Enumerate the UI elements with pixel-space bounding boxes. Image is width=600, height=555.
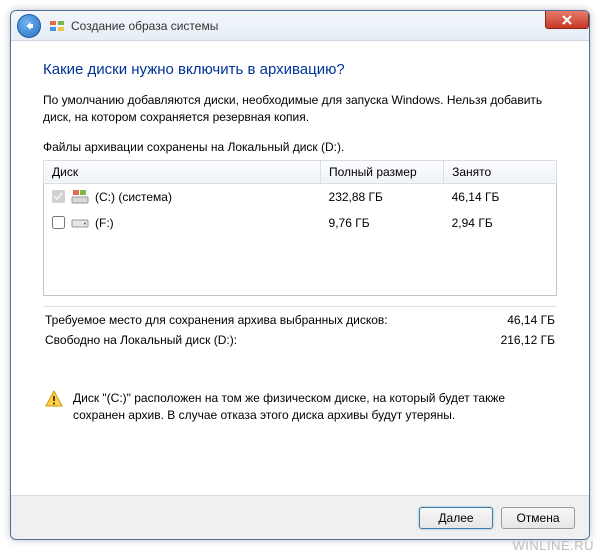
- free-space-value: 216,12 ГБ: [501, 333, 555, 347]
- next-button[interactable]: Далее: [419, 507, 493, 529]
- summary: Требуемое место для сохранения архива вы…: [43, 306, 557, 350]
- disk-table: Диск Полный размер Занято (C:) (система): [43, 160, 557, 297]
- backup-location-label: Файлы архивации сохранены на Локальный д…: [43, 140, 557, 154]
- warning-icon: [45, 390, 63, 408]
- column-used[interactable]: Занято: [444, 160, 557, 183]
- close-icon: [562, 15, 572, 25]
- arrow-left-icon: [23, 20, 35, 32]
- disk-used: 46,14 ГБ: [444, 183, 557, 210]
- required-space-value: 46,14 ГБ: [507, 313, 555, 327]
- wizard-window: Создание образа системы Какие диски нужн…: [10, 10, 590, 540]
- disk-checkbox-f[interactable]: [52, 216, 65, 229]
- required-space-label: Требуемое место для сохранения архива вы…: [45, 313, 388, 327]
- cancel-button[interactable]: Отмена: [501, 507, 575, 529]
- warning-box: Диск "(C:)" расположен на том же физичес…: [43, 390, 557, 424]
- free-space-label: Свободно на Локальный диск (D:):: [45, 333, 237, 347]
- app-icon: [49, 18, 65, 34]
- page-heading: Какие диски нужно включить в архивацию?: [43, 61, 557, 78]
- window-title: Создание образа системы: [71, 19, 218, 33]
- disk-name: (C:) (система): [95, 190, 172, 204]
- footer: Далее Отмена: [11, 495, 589, 539]
- titlebar: Создание образа системы: [11, 11, 589, 41]
- table-row[interactable]: (F:) 9,76 ГБ 2,94 ГБ: [44, 210, 557, 236]
- back-button[interactable]: [17, 14, 41, 38]
- close-button[interactable]: [545, 11, 589, 29]
- warning-text: Диск "(C:)" расположен на том же физичес…: [73, 390, 555, 424]
- system-disk-icon: [71, 188, 89, 206]
- disk-name: (F:): [95, 216, 114, 230]
- disk-full-size: 9,76 ГБ: [321, 210, 444, 236]
- content-area: Какие диски нужно включить в архивацию? …: [11, 41, 589, 424]
- disk-full-size: 232,88 ГБ: [321, 183, 444, 210]
- disk-checkbox-c: [52, 190, 65, 203]
- disk-used: 2,94 ГБ: [444, 210, 557, 236]
- page-description: По умолчанию добавляются диски, необходи…: [43, 92, 557, 126]
- watermark: WINLINE.RU: [512, 538, 594, 553]
- disk-icon: [71, 214, 89, 232]
- table-row[interactable]: (C:) (система) 232,88 ГБ 46,14 ГБ: [44, 183, 557, 210]
- column-disk[interactable]: Диск: [44, 160, 321, 183]
- column-full-size[interactable]: Полный размер: [321, 160, 444, 183]
